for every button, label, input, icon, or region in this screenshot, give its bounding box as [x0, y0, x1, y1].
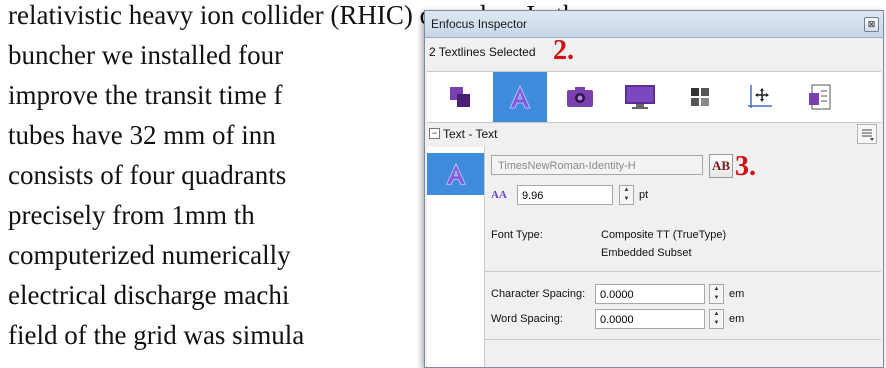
divider: [485, 271, 881, 272]
doc-line: field of the grid was simula: [8, 320, 305, 350]
section-header: − Text - Text: [427, 123, 881, 145]
char-spacing-label: Character Spacing:: [491, 288, 586, 300]
font-name-field[interactable]: TimesNewRoman-Identity-H: [491, 155, 703, 175]
inspector-window: Enfocus Inspector ⊠ 2 Textlines Selected…: [424, 10, 884, 368]
doc-line: consists of four quadrants: [8, 160, 287, 190]
position-axes-icon[interactable]: [733, 72, 787, 122]
char-spacing-field[interactable]: 0.0000: [595, 284, 705, 304]
grid-icon[interactable]: [673, 72, 727, 122]
char-spacing-unit: em: [729, 288, 745, 300]
word-spacing-unit: em: [729, 313, 745, 325]
side-tab-bar: [427, 147, 485, 367]
font-type-value: Composite TT (TrueType): [601, 229, 727, 241]
camera-icon[interactable]: [553, 72, 607, 122]
font-size-icon: AA: [491, 189, 507, 201]
font-size-field[interactable]: 9.96: [517, 185, 613, 205]
doc-line: improve the transit time f: [8, 80, 283, 110]
font-size-unit: pt: [639, 189, 649, 201]
stepper-up-icon[interactable]: ▲: [710, 310, 723, 319]
side-tab-text[interactable]: [427, 153, 484, 195]
object-stack-icon[interactable]: [433, 72, 487, 122]
doc-line: tubes have 32 mm of inn: [8, 120, 276, 150]
stepper-down-icon[interactable]: ▼: [710, 319, 723, 328]
divider: [485, 339, 881, 340]
close-button[interactable]: ⊠: [864, 17, 879, 32]
font-size-stepper[interactable]: ▲ ▼: [619, 185, 634, 205]
text-icon[interactable]: [493, 72, 547, 122]
word-spacing-stepper[interactable]: ▲ ▼: [709, 309, 724, 329]
selection-status: 2 Textlines Selected: [429, 45, 536, 59]
window-title: Enfocus Inspector: [431, 17, 528, 31]
font-embed-value: Embedded Subset: [601, 247, 692, 259]
text-properties-panel: TimesNewRoman-Identity-H AB 3. AA 9.96 ▲…: [485, 147, 881, 367]
annotation-step-2: 2.: [553, 35, 574, 66]
doc-line: precisely from 1mm th: [8, 200, 255, 230]
collapse-toggle[interactable]: −: [429, 128, 440, 139]
font-browse-button[interactable]: AB: [709, 154, 733, 178]
doc-line: electrical discharge machi: [8, 280, 290, 310]
annotation-step-3: 3.: [735, 151, 756, 182]
stepper-up-icon[interactable]: ▲: [710, 285, 723, 294]
doc-line: computerized numerically: [8, 240, 291, 270]
font-type-label: Font Type:: [491, 229, 543, 241]
word-spacing-field[interactable]: 0.0000: [595, 309, 705, 329]
stepper-up-icon[interactable]: ▲: [620, 186, 633, 195]
char-spacing-stepper[interactable]: ▲ ▼: [709, 284, 724, 304]
section-title: Text - Text: [443, 127, 498, 141]
title-bar[interactable]: Enfocus Inspector ⊠: [425, 11, 883, 38]
properties-icon[interactable]: [793, 72, 847, 122]
menu-lines-icon: [862, 129, 874, 141]
monitor-icon[interactable]: [613, 72, 667, 122]
text-icon: [445, 162, 466, 185]
stepper-down-icon[interactable]: ▼: [620, 195, 633, 204]
stepper-down-icon[interactable]: ▼: [710, 294, 723, 303]
category-toolbar: [427, 71, 881, 123]
panel-menu-button[interactable]: [857, 124, 877, 144]
word-spacing-label: Word Spacing:: [491, 313, 563, 325]
doc-line: buncher we installed four: [8, 40, 284, 70]
